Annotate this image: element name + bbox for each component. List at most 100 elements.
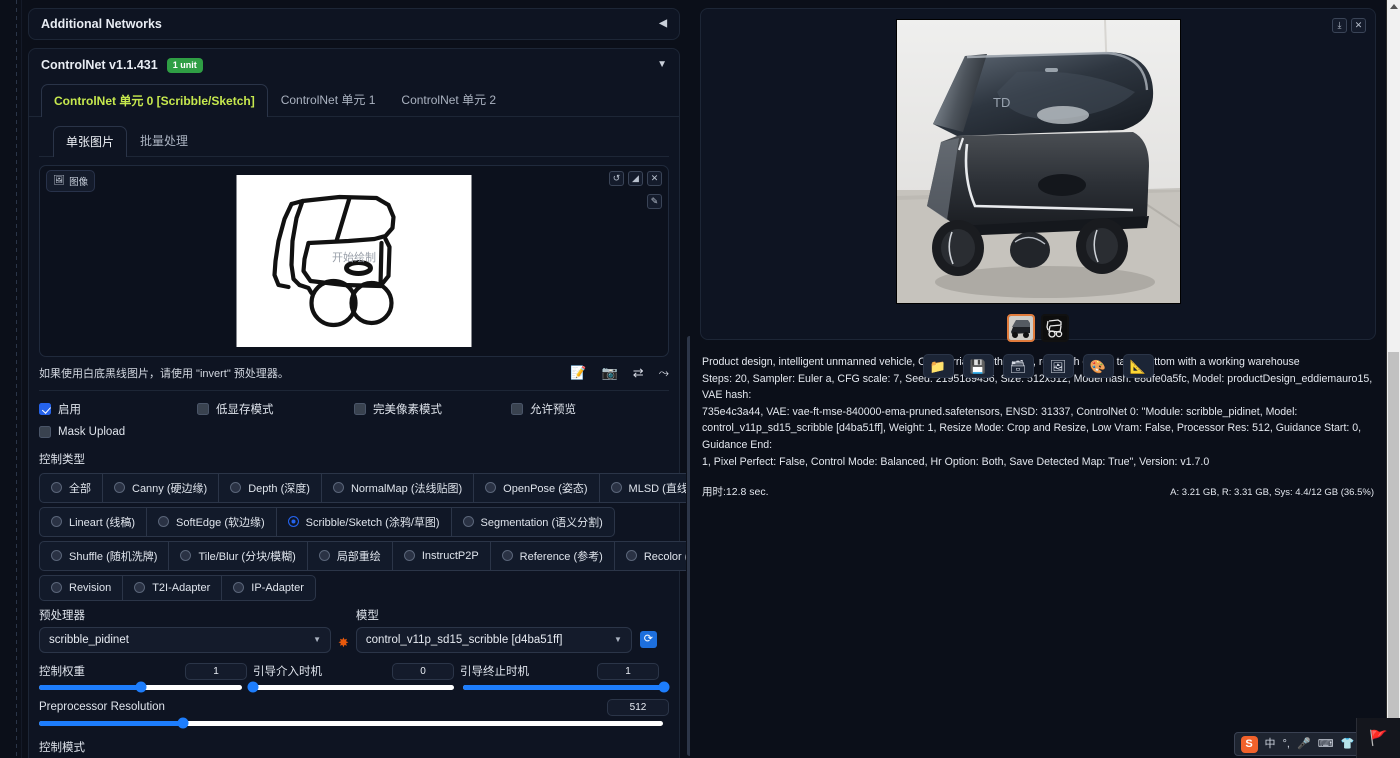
radio-dot[interactable]: [51, 516, 62, 527]
shirt-icon[interactable]: 👕: [1341, 739, 1355, 750]
page-scrollbar[interactable]: [1386, 0, 1400, 758]
additional-networks-header[interactable]: Additional Networks ◀: [29, 9, 679, 39]
model-select[interactable]: control_v11p_sd15_scribble [d4ba51ff] ▼: [356, 627, 632, 653]
control-type-softedge[interactable]: SoftEdge (软边缘): [146, 507, 277, 537]
radio-dot[interactable]: [233, 582, 244, 593]
control-type-inpaint[interactable]: 局部重绘: [307, 541, 393, 571]
ime-punctuation-mode[interactable]: °,: [1283, 739, 1290, 750]
tab-batch-process[interactable]: 批量处理: [127, 125, 201, 156]
radio-dot[interactable]: [404, 550, 415, 561]
checkbox-low-vram-box[interactable]: [197, 403, 209, 415]
undo-icon[interactable]: ↺: [609, 171, 624, 186]
control-type-normalmap[interactable]: NormalMap (法线贴图): [321, 473, 474, 503]
chevron-down-icon[interactable]: ▼: [657, 60, 667, 70]
save-button[interactable]: 💾: [963, 354, 994, 378]
eraser-icon[interactable]: ◢: [628, 171, 643, 186]
controlnet-header[interactable]: ControlNet v1.1.431 1 unit ▼: [29, 49, 679, 77]
control-weight-value[interactable]: 1: [185, 663, 247, 680]
control-type-reference[interactable]: Reference (参考): [490, 541, 615, 571]
slider-knob[interactable]: [135, 682, 146, 693]
radio-dot[interactable]: [51, 550, 62, 561]
guidance-start-value[interactable]: 0: [392, 663, 454, 680]
radio-dot[interactable]: [134, 582, 145, 593]
checkbox-enable[interactable]: 启用: [39, 401, 197, 417]
tab-controlnet-unit-0[interactable]: ControlNet 单元 0 [Scribble/Sketch]: [41, 84, 268, 117]
slider-knob[interactable]: [177, 718, 188, 729]
control-type-instructp2p[interactable]: InstructP2P: [392, 541, 491, 571]
guidance-start-slider[interactable]: [251, 685, 454, 690]
radio-dot[interactable]: [230, 482, 241, 493]
zip-button[interactable]: 🗃: [1003, 354, 1034, 378]
control-type-mlsd[interactable]: MLSD (直线): [599, 473, 690, 503]
swap-icon[interactable]: ⇄: [633, 366, 644, 379]
close-icon[interactable]: ✕: [1351, 18, 1366, 33]
generated-image[interactable]: TD: [896, 19, 1181, 304]
taskbar-corner[interactable]: 🚩: [1356, 718, 1400, 758]
checkbox-enable-box[interactable]: [39, 403, 51, 415]
additional-networks-panel[interactable]: Additional Networks ◀: [28, 8, 680, 40]
guidance-end-value[interactable]: 1: [597, 663, 659, 680]
control-type-shuffle[interactable]: Shuffle (随机洗牌): [39, 541, 169, 571]
keyboard-icon[interactable]: ⌨: [1318, 739, 1334, 750]
preprocessor-select[interactable]: scribble_pidinet ▼: [39, 627, 331, 653]
open-folder-button[interactable]: 📁: [923, 354, 954, 378]
radio-dot[interactable]: [158, 516, 169, 527]
checkbox-pixel-perfect[interactable]: 完美像素模式: [354, 401, 511, 417]
radio-dot[interactable]: [463, 516, 474, 527]
radio-dot[interactable]: [502, 550, 513, 561]
radio-dot-selected[interactable]: [288, 516, 299, 527]
slider-knob[interactable]: [658, 682, 669, 693]
control-type-lineart[interactable]: Lineart (线稿): [39, 507, 147, 537]
send-to-inpaint-button[interactable]: 🎨: [1083, 354, 1114, 378]
control-type-ip-adapter[interactable]: IP-Adapter: [221, 575, 316, 601]
control-type-segmentation[interactable]: Segmentation (语义分割): [451, 507, 615, 537]
refresh-icon[interactable]: ⟳: [640, 631, 657, 648]
slider-knob[interactable]: [248, 682, 259, 693]
control-type-revision[interactable]: Revision: [39, 575, 123, 601]
checkbox-allow-preview-box[interactable]: [511, 403, 523, 415]
radio-dot[interactable]: [611, 482, 622, 493]
preprocessor-resolution-value[interactable]: 512: [607, 699, 669, 716]
send-to-extras-button[interactable]: 📐: [1123, 354, 1154, 378]
checkbox-mask-upload-box[interactable]: [39, 426, 51, 438]
guidance-end-slider[interactable]: [463, 685, 666, 690]
checkbox-allow-preview[interactable]: 允许预览: [511, 401, 576, 417]
send-icon[interactable]: ⤳: [659, 366, 669, 379]
send-to-img2img-button[interactable]: 🖼: [1043, 354, 1074, 378]
preprocessor-resolution-slider[interactable]: [39, 721, 663, 726]
ime-chinese-mode[interactable]: 中: [1265, 739, 1276, 750]
chevron-down-icon[interactable]: ▼: [313, 635, 321, 644]
flag-icon[interactable]: 🚩: [1369, 729, 1388, 747]
control-type-t2i-adapter[interactable]: T2I-Adapter: [122, 575, 222, 601]
checkbox-mask-upload[interactable]: Mask Upload: [39, 426, 125, 438]
scrollbar-thumb[interactable]: [1388, 352, 1399, 758]
checkbox-pixel-perfect-box[interactable]: [354, 403, 366, 415]
controlnet-image-dropzone[interactable]: 🖼 图像: [39, 165, 669, 357]
radio-dot[interactable]: [180, 550, 191, 561]
tab-controlnet-unit-1[interactable]: ControlNet 单元 1: [268, 83, 389, 116]
checkbox-low-vram[interactable]: 低显存模式: [197, 401, 354, 417]
tab-controlnet-unit-2[interactable]: ControlNet 单元 2: [388, 83, 509, 116]
close-icon[interactable]: ✕: [647, 171, 662, 186]
radio-dot[interactable]: [51, 582, 62, 593]
camera-icon[interactable]: 📷: [602, 366, 618, 379]
control-type-scribble-sketch[interactable]: Scribble/Sketch (涂鸦/草图): [276, 507, 452, 537]
control-weight-slider[interactable]: [39, 685, 242, 690]
sogou-logo-icon[interactable]: S: [1241, 736, 1258, 753]
mic-icon[interactable]: 🎤: [1297, 739, 1311, 750]
collapse-left-icon[interactable]: ◀: [659, 19, 667, 29]
chevron-down-icon[interactable]: ▼: [614, 635, 622, 644]
control-type-depth[interactable]: Depth (深度): [218, 473, 322, 503]
download-icon[interactable]: ⤓: [1332, 18, 1347, 33]
radio-dot[interactable]: [485, 482, 496, 493]
radio-dot[interactable]: [319, 550, 330, 561]
radio-dot[interactable]: [114, 482, 125, 493]
control-type-openpose[interactable]: OpenPose (姿态): [473, 473, 599, 503]
edit-note-icon[interactable]: 📝: [570, 366, 586, 379]
result-thumbnail[interactable]: [1007, 314, 1035, 342]
radio-dot[interactable]: [626, 550, 637, 561]
control-type-canny[interactable]: Canny (硬边缘): [102, 473, 219, 503]
scroll-up-arrow-icon[interactable]: [1390, 4, 1398, 9]
radio-dot[interactable]: [333, 482, 344, 493]
radio-dot[interactable]: [51, 482, 62, 493]
